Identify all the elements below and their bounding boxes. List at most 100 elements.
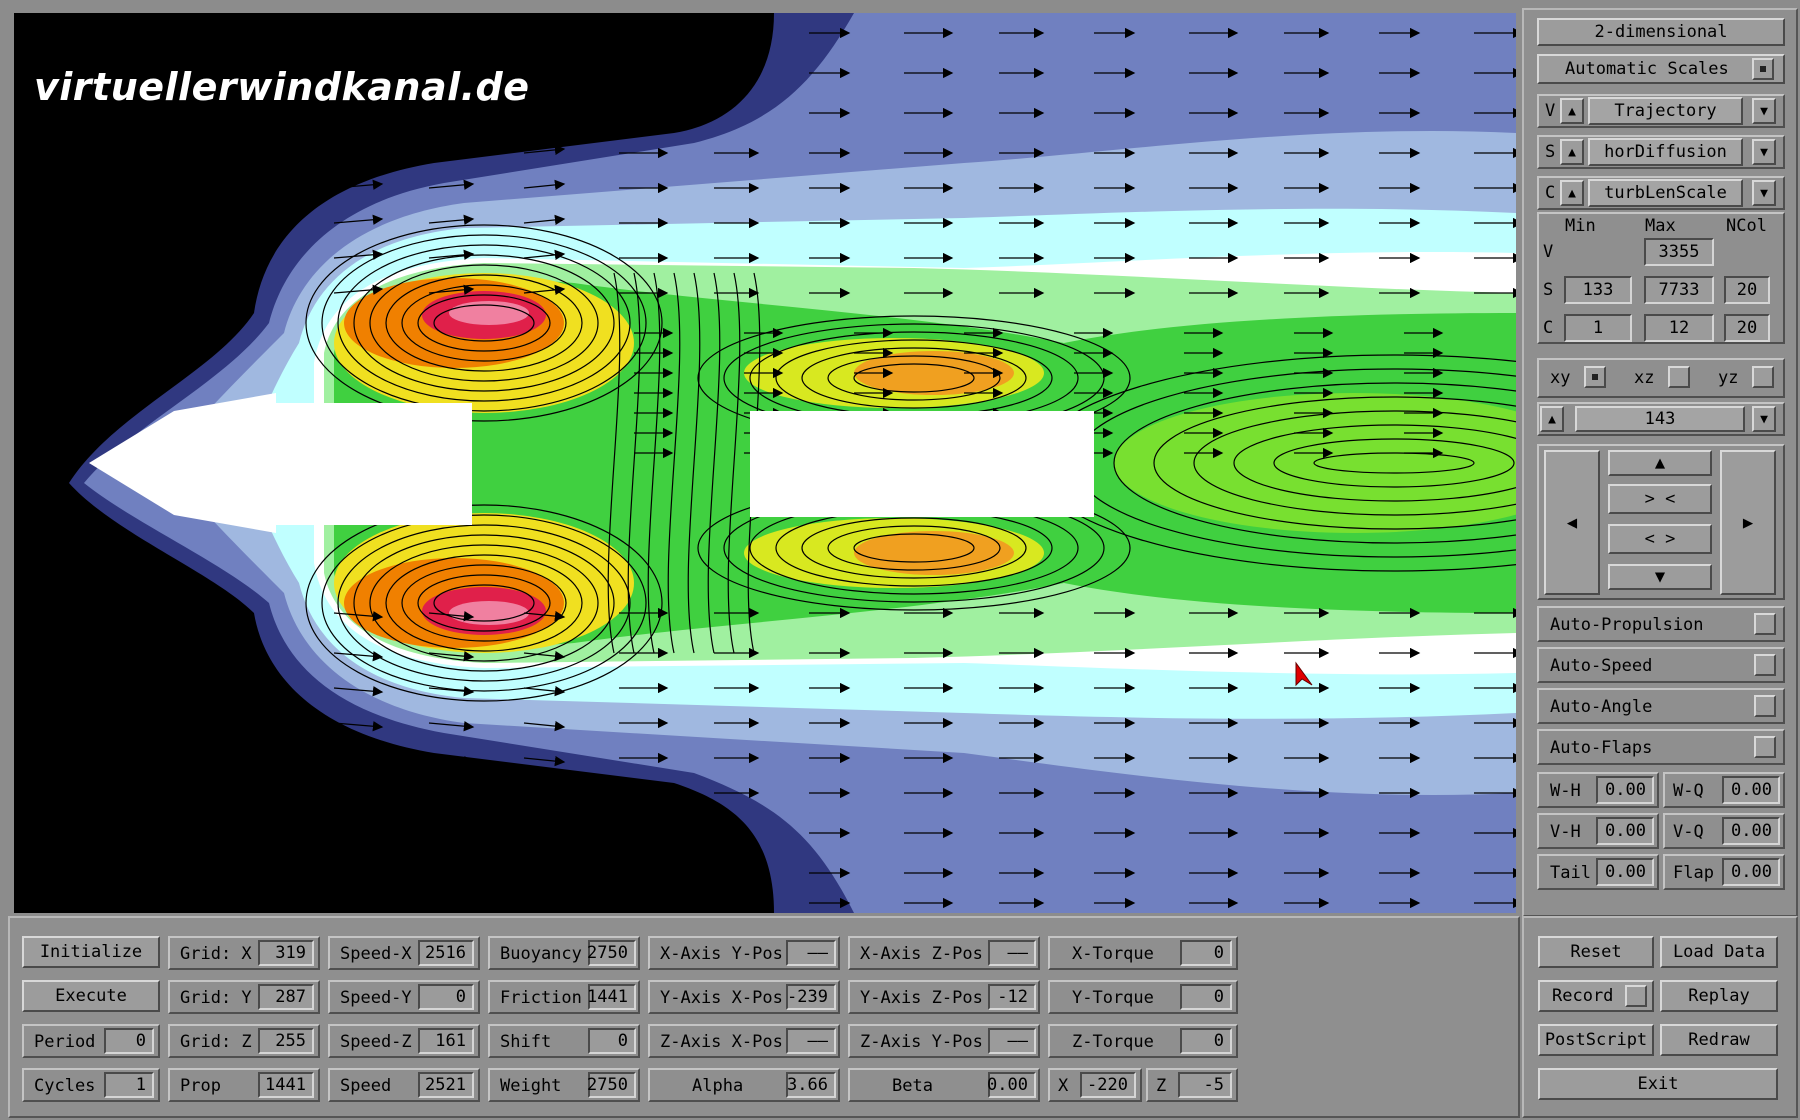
scale-max-input[interactable]: 7733 (1644, 276, 1714, 304)
param-input[interactable]: 0.00 (1722, 858, 1780, 886)
speed-label: Speed-Z (340, 1032, 412, 1052)
grid-label: Grid: Z (180, 1032, 252, 1052)
speed-input[interactable]: 2516 (418, 940, 474, 966)
row-letter: V (1545, 101, 1556, 121)
torque-label: X-Torque (1072, 944, 1154, 964)
row-select-s[interactable]: horDiffusion (1588, 138, 1743, 166)
scale-max-input[interactable]: 3355 (1644, 238, 1714, 266)
scale-ncol-input[interactable]: 20 (1724, 276, 1770, 304)
scale-ncol-input[interactable]: 20 (1724, 314, 1770, 342)
param-label: V-H (1550, 822, 1581, 842)
row-select-v[interactable]: Trajectory (1588, 97, 1743, 125)
pan-left-button[interactable]: ◀ (1544, 450, 1600, 595)
x-coord-input[interactable]: -220 (1080, 1072, 1136, 1098)
auto-toggle-checkbox[interactable] (1754, 613, 1776, 635)
plane-xz-radio[interactable] (1668, 366, 1690, 388)
axes1-label: Alpha (692, 1076, 744, 1096)
mode-button[interactable]: 2-dimensional (1537, 18, 1785, 46)
param-input[interactable]: 0.00 (1596, 858, 1654, 886)
body-block-right (750, 411, 1094, 517)
scale-min-input[interactable]: 133 (1564, 276, 1632, 304)
scale-max-input[interactable]: 12 (1644, 314, 1714, 342)
plane-label-xy: xy (1550, 368, 1571, 388)
row-dropdown-button[interactable]: ▼ (1752, 98, 1776, 124)
forces-input[interactable]: 2750 (587, 1072, 636, 1098)
exit-button[interactable]: Exit (1538, 1068, 1778, 1100)
auto-toggle-checkbox[interactable] (1754, 695, 1776, 717)
row-arrow-up-button[interactable]: ▲ (1560, 139, 1584, 165)
reset-button[interactable]: Reset (1538, 936, 1654, 968)
header-ncol: NCol (1726, 216, 1767, 236)
record-checkbox[interactable] (1625, 985, 1647, 1007)
slice-up-button[interactable]: ▲ (1540, 406, 1564, 432)
postscript-button[interactable]: PostScript (1538, 1024, 1654, 1056)
row-select-c[interactable]: turbLenScale (1588, 179, 1743, 207)
auto-toggle-checkbox[interactable] (1754, 736, 1776, 758)
axes2-input[interactable]: —— (988, 1028, 1036, 1054)
zoom-out-button[interactable]: < > (1608, 524, 1712, 554)
plane-yz-radio[interactable] (1752, 366, 1774, 388)
torque-input[interactable]: 0 (1180, 1028, 1232, 1054)
forces-label: Friction (500, 988, 582, 1008)
forces-label: Buoyancy (500, 944, 582, 964)
velocity-arrow (428, 790, 475, 802)
velocity-arrow (333, 144, 384, 155)
speed-input[interactable]: 0 (418, 984, 474, 1010)
param-input[interactable]: 0.00 (1596, 776, 1654, 804)
forces-input[interactable]: 2750 (587, 940, 636, 966)
grid-input[interactable]: 319 (258, 940, 314, 966)
automatic-scales-toggle[interactable]: Automatic Scales (1537, 54, 1785, 84)
auto-toggle-checkbox[interactable] (1754, 654, 1776, 676)
load-data-button[interactable]: Load Data (1660, 936, 1778, 968)
axes1-input[interactable]: 3.66 (786, 1072, 836, 1098)
grid-input[interactable]: 255 (258, 1028, 314, 1054)
plane-xy-radio[interactable] (1584, 366, 1606, 388)
slice-value[interactable]: 143 (1575, 406, 1745, 432)
automatic-scales-checkbox[interactable] (1752, 58, 1774, 80)
contour-plot (69, 13, 1516, 913)
plane-label-yz: yz (1718, 368, 1739, 388)
speed-input[interactable]: 2521 (418, 1072, 474, 1098)
forces-input[interactable]: 1441 (587, 984, 636, 1010)
speed-label: Speed-X (340, 944, 412, 964)
axes1-input[interactable]: —— (786, 1028, 836, 1054)
axes1-input[interactable]: -239 (786, 984, 836, 1010)
cycles-input[interactable]: 1 (104, 1072, 154, 1098)
header-min: Min (1565, 216, 1596, 236)
param-input[interactable]: 0.00 (1722, 776, 1780, 804)
param-input[interactable]: 0.00 (1722, 817, 1780, 845)
axes2-input[interactable]: -12 (988, 984, 1036, 1010)
initialize-button[interactable]: Initialize (22, 936, 160, 968)
z-coord-input[interactable]: -5 (1178, 1072, 1232, 1098)
zoom-in-button[interactable]: > < (1608, 484, 1712, 514)
row-dropdown-button[interactable]: ▼ (1752, 139, 1776, 165)
redraw-button[interactable]: Redraw (1660, 1024, 1778, 1056)
slice-down-button[interactable]: ▼ (1752, 406, 1776, 432)
torque-input[interactable]: 0 (1180, 940, 1232, 966)
axes1-label: Z-Axis X-Pos (660, 1032, 783, 1052)
period-input[interactable]: 0 (104, 1028, 154, 1054)
flow-visualization[interactable]: virtuellerwindkanal.de (14, 13, 1516, 913)
row-arrow-up-button[interactable]: ▲ (1560, 180, 1584, 206)
torque-input[interactable]: 0 (1180, 984, 1232, 1010)
forces-label: Shift (500, 1032, 552, 1052)
scale-min-input[interactable]: 1 (1564, 314, 1632, 342)
pan-up-button[interactable]: ▲ (1608, 450, 1712, 476)
pan-right-button[interactable]: ▶ (1720, 450, 1776, 595)
row-dropdown-button[interactable]: ▼ (1752, 180, 1776, 206)
pan-down-button[interactable]: ▼ (1608, 564, 1712, 590)
axes2-input[interactable]: —— (988, 940, 1036, 966)
axes2-input[interactable]: 0.00 (987, 1072, 1036, 1098)
axes1-input[interactable]: —— (786, 940, 836, 966)
forces-input[interactable]: 0 (588, 1028, 636, 1054)
auto-toggle-label: Auto-Angle (1550, 697, 1653, 717)
execute-button[interactable]: Execute (22, 980, 160, 1012)
replay-button[interactable]: Replay (1660, 980, 1778, 1012)
grid-input[interactable]: 1441 (258, 1072, 314, 1098)
param-input[interactable]: 0.00 (1596, 817, 1654, 845)
period-label: Period (34, 1032, 96, 1052)
grid-input[interactable]: 287 (258, 984, 314, 1010)
header-max: Max (1645, 216, 1676, 236)
row-arrow-up-button[interactable]: ▲ (1560, 98, 1584, 124)
speed-input[interactable]: 161 (418, 1028, 474, 1054)
